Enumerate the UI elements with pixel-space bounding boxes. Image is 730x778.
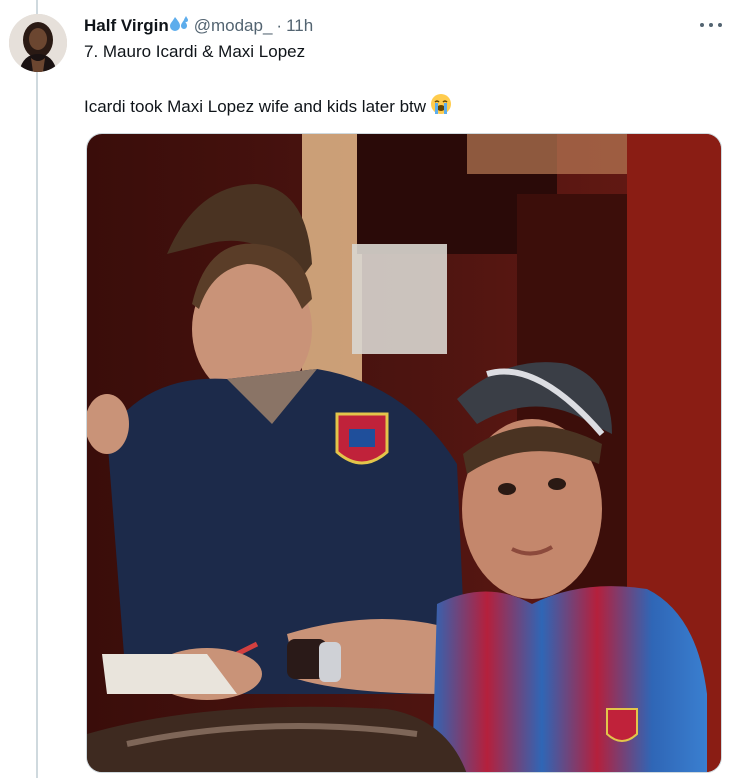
author-handle[interactable]: @modap_ [194,16,273,36]
sweat-droplets-icon [169,15,190,38]
tweet-text: Icardi took Maxi Lopez wife and kids lat… [84,96,427,116]
tweet-header: Half Virgin @modap_ · 11h [84,14,313,38]
reply-context-text: 7. Mauro Icardi & Maxi Lopez [84,42,306,61]
tweet-body: Icardi took Maxi Lopez wife and kids lat… [84,93,452,120]
tweet-timestamp[interactable]: 11h [286,16,313,36]
header-separator: · [276,16,283,35]
author-display-name[interactable]: Half Virgin [84,16,169,36]
tweet-photo[interactable] [86,133,722,773]
thread-connector-line [36,0,38,778]
more-options-icon[interactable] [700,18,722,32]
author-avatar[interactable] [9,14,67,72]
loudly-crying-face-icon [430,93,452,120]
